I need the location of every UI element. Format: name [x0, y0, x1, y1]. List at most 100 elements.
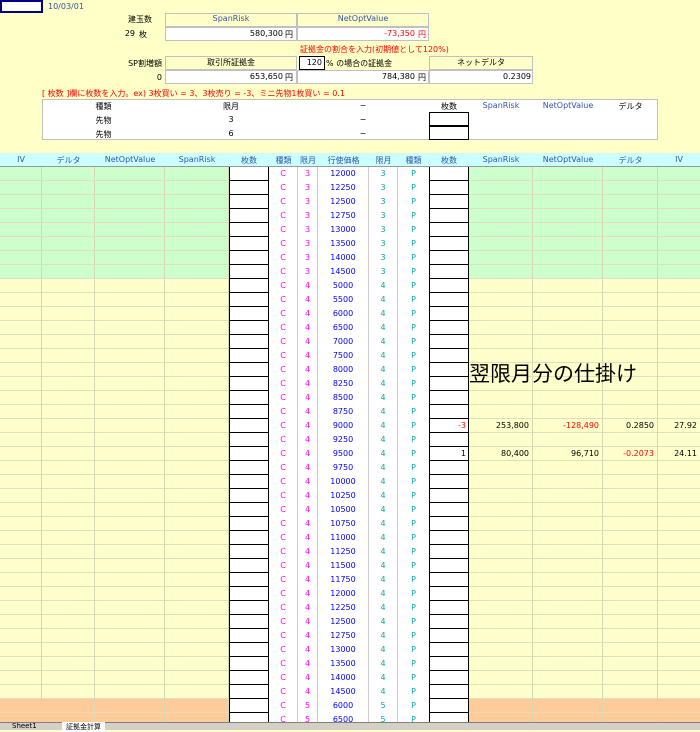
call-qty-input[interactable] [229, 447, 269, 461]
call-qty-input[interactable] [229, 489, 269, 503]
call-qty-input[interactable] [229, 671, 269, 685]
put-qty-input[interactable] [429, 559, 469, 573]
put-qty-input[interactable] [429, 643, 469, 657]
put-qty-input[interactable] [429, 293, 469, 307]
sheet-tab-1[interactable]: Sheet1 [12, 722, 37, 730]
put-qty-input[interactable]: 1 [429, 447, 469, 461]
call-data-cell [165, 475, 229, 489]
put-qty-input[interactable] [429, 503, 469, 517]
call-qty-input[interactable] [229, 643, 269, 657]
call-qty-input[interactable] [229, 279, 269, 293]
put-qty-input[interactable] [429, 237, 469, 251]
put-qty-input[interactable] [429, 461, 469, 475]
put-qty-input[interactable] [429, 531, 469, 545]
call-qty-input[interactable] [229, 601, 269, 615]
futures-qty-input[interactable] [429, 126, 469, 140]
put-qty-input[interactable] [429, 377, 469, 391]
put-qty-input[interactable] [429, 671, 469, 685]
sheet-tab-2[interactable]: 証拠金計算 [62, 722, 105, 732]
table-row: C 3 14000 3 P [0, 251, 700, 265]
put-iv [658, 615, 700, 629]
strike-price: 14000 [318, 671, 369, 685]
call-data-cell [0, 699, 42, 713]
call-qty-input[interactable] [229, 433, 269, 447]
call-qty-input[interactable] [229, 349, 269, 363]
column-header: IV [17, 155, 25, 164]
put-qty-input[interactable] [429, 517, 469, 531]
call-qty-input[interactable] [229, 251, 269, 265]
put-qty-input[interactable] [429, 181, 469, 195]
call-qty-input[interactable] [229, 699, 269, 713]
put-qty-input[interactable]: -3 [429, 419, 469, 433]
call-data-cell [165, 531, 229, 545]
put-qty-input[interactable] [429, 307, 469, 321]
put-qty-input[interactable] [429, 573, 469, 587]
call-qty-input[interactable] [229, 391, 269, 405]
put-qty-input[interactable] [429, 629, 469, 643]
put-qty-input[interactable] [429, 615, 469, 629]
call-qty-input[interactable] [229, 363, 269, 377]
put-qty-input[interactable] [429, 335, 469, 349]
call-qty-input[interactable] [229, 195, 269, 209]
call-qty-input[interactable] [229, 223, 269, 237]
call-qty-input[interactable] [229, 587, 269, 601]
put-netopt-value [533, 335, 603, 349]
call-qty-input[interactable] [229, 335, 269, 349]
call-qty-input[interactable] [229, 167, 269, 181]
put-qty-input[interactable] [429, 251, 469, 265]
put-qty-input[interactable] [429, 657, 469, 671]
put-qty-input[interactable] [429, 391, 469, 405]
put-netopt-value [533, 559, 603, 573]
call-qty-input[interactable] [229, 209, 269, 223]
call-qty-input[interactable] [229, 293, 269, 307]
call-qty-input[interactable] [229, 629, 269, 643]
put-qty-input[interactable] [429, 265, 469, 279]
put-qty-input[interactable] [429, 405, 469, 419]
put-qty-input[interactable] [429, 475, 469, 489]
put-qty-input[interactable] [429, 279, 469, 293]
call-qty-input[interactable] [229, 419, 269, 433]
call-qty-input[interactable] [229, 377, 269, 391]
put-qty-input[interactable] [429, 685, 469, 699]
call-data-cell [42, 307, 95, 321]
call-data-cell [0, 601, 42, 615]
put-qty-input[interactable] [429, 223, 469, 237]
call-qty-input[interactable] [229, 237, 269, 251]
call-qty-input[interactable] [229, 265, 269, 279]
put-qty-input[interactable] [429, 601, 469, 615]
put-netopt-value [533, 629, 603, 643]
put-qty-input[interactable] [429, 587, 469, 601]
call-qty-input[interactable] [229, 475, 269, 489]
call-qty-input[interactable] [229, 573, 269, 587]
call-data-cell [42, 251, 95, 265]
call-qty-input[interactable] [229, 559, 269, 573]
put-qty-input[interactable] [429, 349, 469, 363]
call-qty-input[interactable] [229, 405, 269, 419]
put-qty-input[interactable] [429, 195, 469, 209]
put-qty-input[interactable] [429, 363, 469, 377]
put-qty-input[interactable] [429, 167, 469, 181]
put-qty-input[interactable] [429, 321, 469, 335]
put-type: P [398, 307, 429, 321]
futures-qty-input[interactable] [429, 112, 469, 126]
call-qty-input[interactable] [229, 181, 269, 195]
call-data-cell [0, 181, 42, 195]
put-qty-input[interactable] [429, 699, 469, 713]
call-qty-input[interactable] [229, 517, 269, 531]
call-qty-input[interactable] [229, 321, 269, 335]
call-qty-input[interactable] [229, 545, 269, 559]
call-qty-input[interactable] [229, 531, 269, 545]
call-qty-input[interactable] [229, 461, 269, 475]
call-qty-input[interactable] [229, 615, 269, 629]
put-qty-input[interactable] [429, 545, 469, 559]
call-qty-input[interactable] [229, 307, 269, 321]
selected-cell[interactable] [0, 0, 43, 13]
put-qty-input[interactable] [429, 489, 469, 503]
call-qty-input[interactable] [229, 503, 269, 517]
put-qty-input[interactable] [429, 433, 469, 447]
put-qty-input[interactable] [429, 209, 469, 223]
call-qty-input[interactable] [229, 685, 269, 699]
table-row: C 4 11750 4 P [0, 573, 700, 587]
call-data-cell [165, 433, 229, 447]
call-qty-input[interactable] [229, 657, 269, 671]
